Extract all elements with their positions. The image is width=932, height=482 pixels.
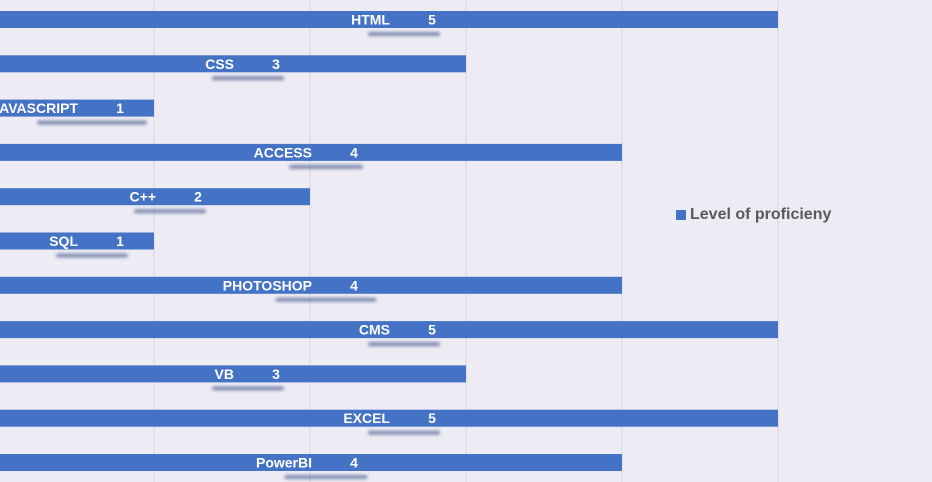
value-label: 5 bbox=[428, 322, 436, 338]
value-label: 5 bbox=[428, 410, 436, 426]
label-shadow bbox=[212, 386, 284, 391]
category-label: HTML bbox=[351, 12, 390, 28]
bar-group: HTML 5 bbox=[0, 11, 778, 36]
label-shadow bbox=[368, 430, 440, 435]
bar-group: JAVASCRIPT 1 bbox=[0, 99, 154, 125]
bar-group: EXCEL 5 bbox=[0, 409, 778, 435]
category-label: CSS bbox=[205, 56, 234, 72]
category-label: CMS bbox=[359, 322, 390, 338]
label-shadow bbox=[368, 32, 440, 36]
value-label: 5 bbox=[428, 12, 436, 28]
bar-chart: HTML 5 CSS 3 JAVASCRIPT 1 ACCESS 4 C++ 2 SQL 1 PHOTO… bbox=[0, 0, 932, 482]
bar-group: CSS 3 bbox=[0, 55, 466, 81]
label-shadow bbox=[289, 164, 363, 169]
bar-group: VB 3 bbox=[0, 365, 466, 391]
label-shadow bbox=[212, 76, 284, 81]
legend: Level of proficieny bbox=[676, 206, 831, 224]
label-shadow bbox=[275, 297, 377, 302]
bar-group: C++ 2 bbox=[0, 188, 310, 214]
bar-group: SQL 1 bbox=[0, 232, 154, 258]
label-shadow bbox=[37, 120, 147, 125]
category-label: C++ bbox=[130, 189, 156, 205]
bar-group: PowerBI 4 bbox=[0, 454, 622, 479]
category-label: JAVASCRIPT bbox=[0, 100, 78, 116]
value-label: 1 bbox=[116, 100, 124, 116]
category-label: PowerBI bbox=[256, 455, 312, 471]
category-label: SQL bbox=[49, 233, 78, 249]
chart-canvas: HTML 5 CSS 3 JAVASCRIPT 1 ACCESS 4 C++ 2 SQL 1 PHOTO… bbox=[0, 0, 779, 482]
value-label: 4 bbox=[350, 455, 358, 471]
bar-group: PHOTOSHOP 4 bbox=[0, 276, 622, 302]
value-label: 1 bbox=[116, 233, 124, 249]
label-shadow bbox=[284, 475, 368, 479]
label-shadow bbox=[368, 342, 440, 347]
value-label: 3 bbox=[272, 56, 280, 72]
label-shadow bbox=[56, 253, 128, 258]
bar-group: ACCESS 4 bbox=[0, 143, 622, 169]
category-label: PHOTOSHOP bbox=[223, 277, 312, 293]
bar-group: CMS 5 bbox=[0, 321, 778, 347]
label-shadow bbox=[134, 209, 206, 214]
category-label: VB bbox=[215, 366, 234, 382]
value-label: 3 bbox=[272, 366, 280, 382]
value-label: 4 bbox=[350, 277, 358, 293]
value-label: 4 bbox=[350, 144, 358, 160]
value-label: 2 bbox=[194, 189, 202, 205]
legend-swatch bbox=[676, 210, 686, 220]
legend-label: Level of proficieny bbox=[690, 206, 832, 223]
category-label: ACCESS bbox=[254, 144, 312, 160]
category-label: EXCEL bbox=[343, 410, 390, 426]
